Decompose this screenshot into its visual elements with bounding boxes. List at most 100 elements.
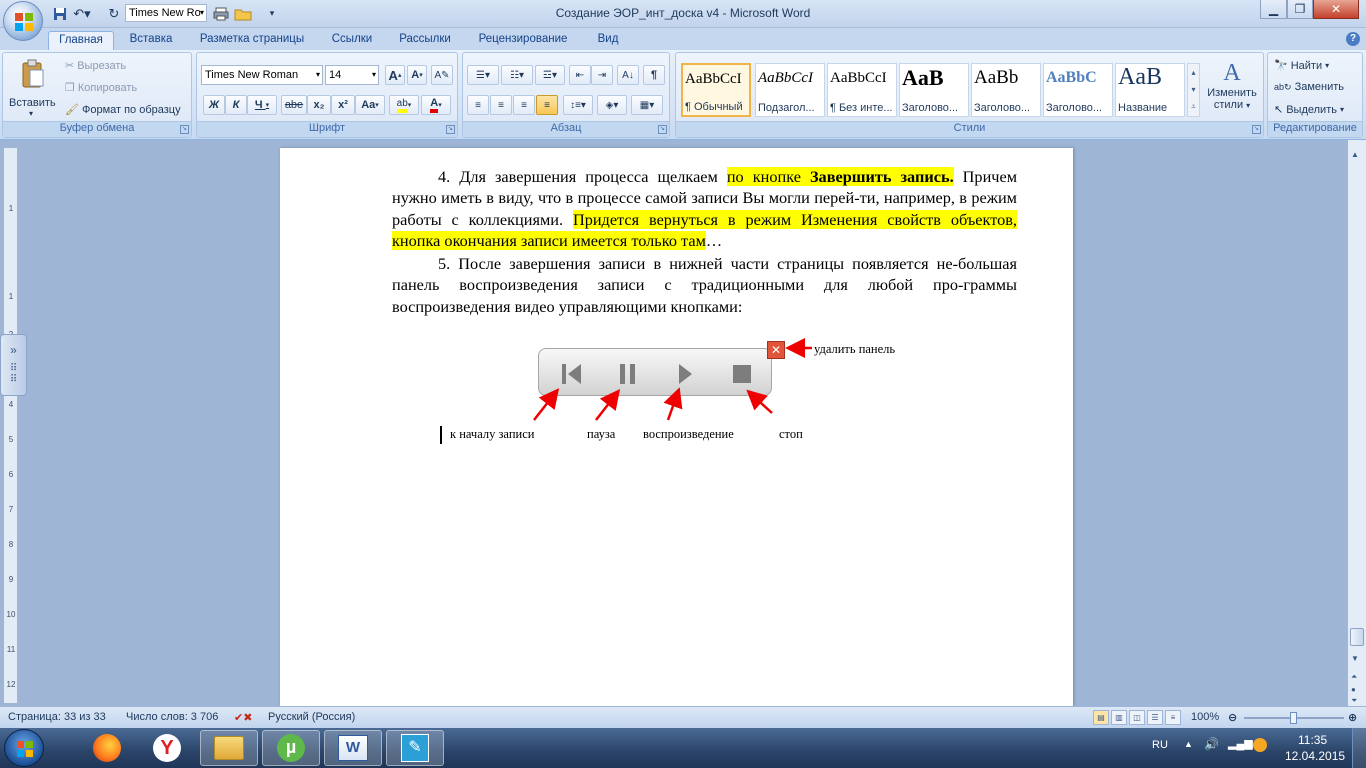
view-draft-icon[interactable]: ≡: [1165, 710, 1181, 725]
align-left-button[interactable]: ≡: [467, 95, 489, 115]
scroll-down-icon[interactable]: ▼: [1351, 654, 1359, 663]
select-button[interactable]: ↖ Выделить ▾: [1274, 103, 1344, 117]
tray-app-icon[interactable]: [1253, 738, 1267, 752]
font-name-combo[interactable]: Times New Roman ▾: [201, 65, 323, 85]
tab-page-layout[interactable]: Разметка страницы: [190, 31, 314, 50]
increase-indent-button[interactable]: ⇥: [591, 65, 613, 85]
align-center-button[interactable]: ≡: [490, 95, 512, 115]
subscript-button[interactable]: x₂: [307, 95, 331, 115]
language-status[interactable]: Русский (Россия): [268, 711, 355, 723]
vertical-scrollbar[interactable]: ▲ ▼ ⏶ ● ⏷: [1347, 140, 1366, 706]
taskbar-explorer[interactable]: [200, 730, 258, 766]
style-no-spacing[interactable]: AaBbCcI ¶ Без инте...: [827, 63, 897, 117]
underline-button[interactable]: Ч ▾: [247, 95, 277, 115]
scroll-up-icon[interactable]: ▲: [1351, 150, 1359, 159]
style-title[interactable]: AaB Название: [1115, 63, 1185, 117]
zoom-level[interactable]: 100%: [1191, 711, 1219, 723]
tab-references[interactable]: Ссылки: [324, 31, 380, 50]
paragraph-launcher-icon[interactable]: ↘: [658, 125, 667, 134]
vertical-ruler[interactable]: 1 1 2 3 4 5 6 7 8 9 10 11 12: [4, 148, 18, 703]
tray-language[interactable]: RU: [1152, 739, 1168, 751]
tab-view[interactable]: Вид: [588, 31, 628, 50]
find-button[interactable]: 🔭 Найти ▾: [1274, 59, 1329, 73]
tab-home[interactable]: Главная: [48, 31, 114, 50]
style-normal[interactable]: AaBbCcI ¶ Обычный: [681, 63, 751, 117]
clipboard-launcher-icon[interactable]: ↘: [180, 125, 189, 134]
copy-button[interactable]: ❐ Копировать: [65, 81, 137, 95]
align-right-button[interactable]: ≡: [513, 95, 535, 115]
shrink-font-button[interactable]: A ▾: [407, 65, 427, 85]
side-panel-handle[interactable]: » ⠿ ⠿: [0, 334, 27, 396]
style-heading-2[interactable]: AaBb Заголово...: [971, 63, 1041, 117]
format-painter-button[interactable]: 🖌 Формат по образцу: [65, 103, 181, 117]
style-heading-3[interactable]: AaBbC Заголово...: [1043, 63, 1113, 117]
tray-clock-time[interactable]: 11:35: [1298, 733, 1327, 747]
view-full-reading-icon[interactable]: ▥: [1111, 710, 1127, 725]
font-size-combo[interactable]: 14 ▾: [325, 65, 379, 85]
show-marks-button[interactable]: ¶: [643, 65, 665, 85]
cut-button[interactable]: ✂ Вырезать: [65, 59, 126, 73]
tray-clock-date[interactable]: 12.04.2015: [1285, 749, 1345, 763]
minimize-button[interactable]: ▁: [1260, 0, 1287, 19]
grow-font-button[interactable]: A ▴: [385, 65, 405, 85]
taskbar-firefox[interactable]: [78, 730, 136, 766]
tray-show-hidden-icon[interactable]: ▲: [1184, 739, 1193, 749]
browse-object-icon[interactable]: ●: [1351, 685, 1356, 694]
justify-button[interactable]: ≡: [536, 95, 558, 115]
style-subtitle[interactable]: AaBbCcI Подзагол...: [755, 63, 825, 117]
scroll-thumb[interactable]: [1350, 628, 1364, 646]
sort-button[interactable]: A↓: [617, 65, 639, 85]
taskbar-yandex[interactable]: Y: [138, 730, 196, 766]
change-styles-button[interactable]: A Изменить стили ▾: [1204, 59, 1260, 119]
zoom-in-icon[interactable]: ⊕: [1348, 711, 1357, 724]
word-count[interactable]: Число слов: 3 706: [126, 711, 218, 723]
prev-page-icon[interactable]: ⏶: [1351, 672, 1357, 682]
bold-button[interactable]: Ж: [203, 95, 225, 115]
numbering-button[interactable]: ☷▾: [501, 65, 533, 85]
font-color-button[interactable]: A ▾: [421, 95, 451, 115]
tab-insert[interactable]: Вставка: [120, 31, 182, 50]
tray-network-icon[interactable]: ▂▄▆: [1228, 737, 1253, 750]
show-desktop-button[interactable]: [1352, 728, 1366, 768]
change-case-button[interactable]: Aa ▾: [355, 95, 385, 115]
close-button[interactable]: ✕: [1313, 0, 1359, 19]
zoom-slider[interactable]: [1244, 712, 1344, 724]
tab-review[interactable]: Рецензирование: [470, 31, 576, 50]
shading-button[interactable]: ◈▾: [597, 95, 627, 115]
view-print-layout-icon[interactable]: ▤: [1093, 710, 1109, 725]
superscript-button[interactable]: x²: [331, 95, 355, 115]
view-outline-icon[interactable]: ☰: [1147, 710, 1163, 725]
view-web-icon[interactable]: ◫: [1129, 710, 1145, 725]
tray-volume-icon[interactable]: 🔊: [1204, 737, 1219, 751]
tab-mailings[interactable]: Рассылки: [390, 31, 460, 50]
italic-button[interactable]: К: [225, 95, 247, 115]
zoom-out-icon[interactable]: ⊖: [1228, 711, 1237, 724]
styles-scroll[interactable]: ▴ ▾ ⩡: [1187, 63, 1200, 117]
replace-button[interactable]: ab↻ Заменить: [1274, 81, 1344, 93]
zoom-slider-thumb[interactable]: [1290, 712, 1297, 724]
bullets-button[interactable]: ☰▾: [467, 65, 499, 85]
taskbar-notes-app[interactable]: ✎: [386, 730, 444, 766]
office-button[interactable]: [3, 1, 43, 41]
help-icon[interactable]: ?: [1346, 32, 1360, 46]
page-count[interactable]: Страница: 33 из 33: [8, 711, 106, 723]
strikethrough-button[interactable]: abe: [281, 95, 307, 115]
taskbar-word[interactable]: W: [324, 730, 382, 766]
multilevel-list-button[interactable]: ☲▾: [535, 65, 565, 85]
line-spacing-button[interactable]: ↕≡▾: [563, 95, 593, 115]
taskbar-utorrent[interactable]: µ: [262, 730, 320, 766]
style-heading-1[interactable]: AaB Заголово...: [899, 63, 969, 117]
paragraph-4[interactable]: 4. Для завершения процесса щелкаем по кн…: [392, 166, 1017, 251]
decrease-indent-button[interactable]: ⇤: [569, 65, 591, 85]
maximize-button[interactable]: ❐: [1287, 0, 1313, 19]
font-launcher-icon[interactable]: ↘: [446, 125, 455, 134]
highlight-button[interactable]: ab ▾: [389, 95, 419, 115]
next-page-icon[interactable]: ⏷: [1351, 696, 1357, 706]
clear-format-button[interactable]: A✎: [431, 65, 453, 85]
styles-launcher-icon[interactable]: ↘: [1252, 125, 1261, 134]
spellcheck-icon[interactable]: ✔✖: [234, 711, 252, 724]
borders-button[interactable]: ▦▾: [631, 95, 663, 115]
paragraph-5[interactable]: 5. После завершения записи в нижней част…: [392, 253, 1017, 317]
paste-button[interactable]: Вставить ▾: [7, 57, 61, 119]
start-button[interactable]: [4, 729, 44, 767]
